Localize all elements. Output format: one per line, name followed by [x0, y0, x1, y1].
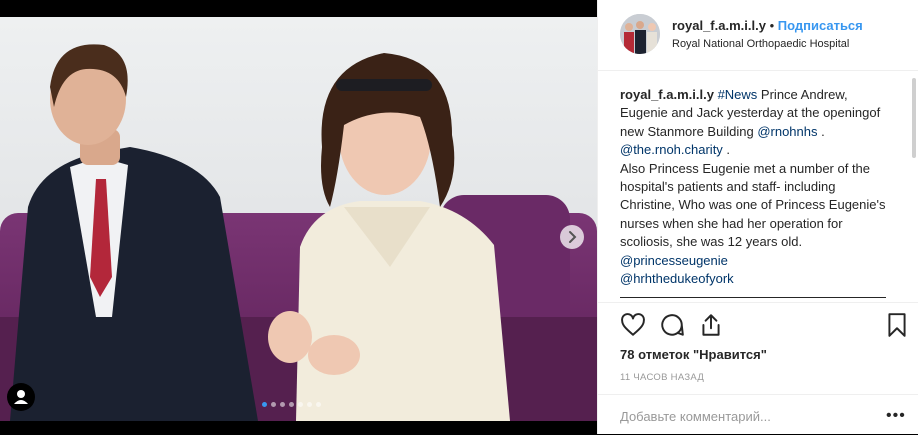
likes-count[interactable]: 78 отметок "Нравится"	[620, 347, 767, 362]
follow-button[interactable]: Подписаться	[778, 18, 863, 33]
heart-icon	[621, 313, 645, 336]
caption-sep-1: .	[817, 123, 825, 139]
post-photo[interactable]	[0, 17, 597, 421]
chevron-right-icon	[569, 231, 577, 243]
location-link[interactable]: Royal National Orthopaedic Hospital	[672, 38, 849, 50]
action-bar	[598, 302, 918, 304]
more-options-button[interactable]: •••	[886, 407, 906, 425]
carousel-dot	[271, 402, 276, 407]
avatar[interactable]	[620, 14, 660, 54]
caption-mention-princesseugenie[interactable]: @princesseugenie	[620, 253, 728, 268]
comment-bar: •••	[598, 394, 918, 435]
caption-hashtag[interactable]: #News	[718, 87, 758, 102]
comment-button[interactable]	[659, 312, 685, 338]
caption-sep-2: .	[722, 142, 731, 158]
post-header: royal_f.a.m.i.l.y • Подписаться Royal Na…	[598, 0, 918, 71]
header-separator: •	[769, 18, 775, 33]
caption-username[interactable]: royal_f.a.m.i.l.y	[620, 87, 714, 102]
caption-scrollbar[interactable]	[912, 78, 916, 158]
bookmark-icon	[888, 313, 906, 337]
avatar-image	[620, 14, 660, 54]
post-sidebar: royal_f.a.m.i.l.y • Подписаться Royal Na…	[597, 0, 918, 434]
caption-divider	[620, 297, 886, 298]
header-user-line: royal_f.a.m.i.l.y • Подписаться	[672, 18, 863, 33]
carousel-indicator	[262, 402, 321, 407]
carousel-dot	[307, 402, 312, 407]
photo-illustration	[0, 17, 597, 421]
carousel-dot	[298, 402, 303, 407]
caption-text-2: Also Princess Eugenie met a number of th…	[620, 160, 886, 250]
next-slide-button[interactable]	[560, 225, 584, 249]
carousel-dot	[280, 402, 285, 407]
tagged-users-button[interactable]	[7, 383, 35, 411]
share-button[interactable]	[698, 312, 724, 338]
save-button[interactable]	[884, 312, 910, 338]
caption-mention-rnohnhs[interactable]: @rnohnhs	[757, 124, 817, 139]
header-username[interactable]: royal_f.a.m.i.l.y	[672, 18, 766, 33]
like-button[interactable]	[620, 312, 646, 338]
post-caption: royal_f.a.m.i.l.y #News Prince Andrew, E…	[620, 86, 892, 302]
post-timestamp[interactable]: 11 часов назад	[620, 372, 704, 383]
photo-pane	[0, 0, 597, 434]
comment-input[interactable]	[620, 409, 860, 424]
carousel-dot	[289, 402, 294, 407]
comment-icon	[661, 314, 684, 336]
carousel-dot	[316, 402, 321, 407]
carousel-dot	[262, 402, 267, 407]
caption-mention-rnoh-charity[interactable]: @the.rnoh.charity	[620, 142, 723, 157]
caption-mention-dukeofyork[interactable]: @hrhthedukeofyork	[620, 271, 734, 286]
user-icon	[14, 390, 28, 404]
share-icon	[702, 314, 720, 336]
